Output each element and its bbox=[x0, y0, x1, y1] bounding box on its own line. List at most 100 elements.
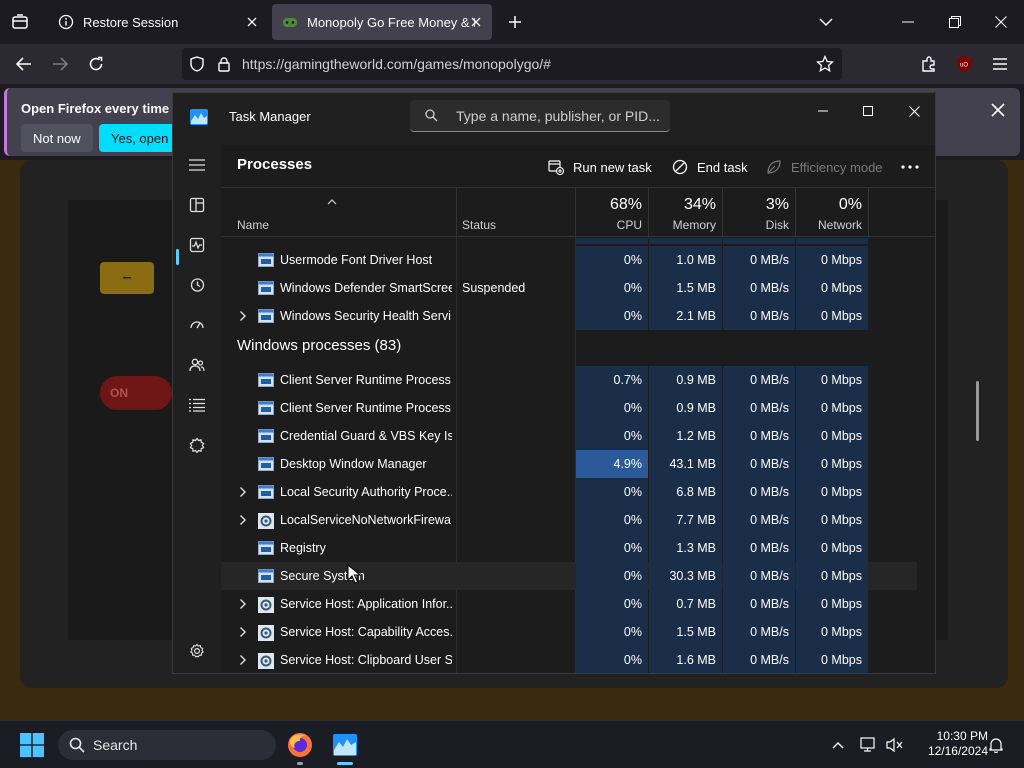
startup-apps-icon[interactable] bbox=[185, 313, 209, 337]
tm-close-icon[interactable] bbox=[902, 99, 926, 123]
close-icon[interactable] bbox=[989, 10, 1013, 34]
sort-chevron-up-icon bbox=[327, 192, 337, 210]
tab-monopoly-go[interactable]: Monopoly Go Free Money & R bbox=[272, 4, 492, 40]
process-row[interactable]: Secure System 0% 30.3 MB 0 MB/s 0 Mbps bbox=[221, 562, 917, 590]
new-tab-icon[interactable] bbox=[503, 10, 527, 34]
tab-restore-session[interactable]: Restore Session bbox=[48, 4, 268, 40]
on-toggle[interactable]: ON bbox=[100, 376, 172, 410]
run-new-task-icon bbox=[547, 158, 565, 176]
disk-column-label: Disk bbox=[765, 218, 789, 232]
extensions-icon[interactable] bbox=[917, 52, 941, 76]
restore-icon[interactable] bbox=[943, 10, 967, 34]
process-row[interactable]: Client Server Runtime Process 0.7% 0.9 MB 0… bbox=[221, 366, 917, 394]
end-task-button[interactable]: End task bbox=[671, 156, 748, 178]
process-row[interactable]: Local Security Authority Proce... 0% 6.8 M… bbox=[221, 478, 917, 506]
users-icon[interactable] bbox=[185, 353, 209, 377]
process-row[interactable]: Service Host: Clipboard User S... 0% 1.6 M… bbox=[221, 646, 917, 673]
url-text[interactable]: https://gamingtheworld.com/games/monopol… bbox=[242, 56, 551, 72]
tab-close-icon[interactable] bbox=[468, 14, 484, 30]
clock[interactable]: 10:30 PM 12/16/2024 bbox=[912, 729, 988, 759]
volume-muted-icon[interactable] bbox=[885, 735, 905, 755]
disk-cell: 0 MB/s bbox=[723, 450, 795, 478]
process-search-input[interactable]: Type a name, publisher, or PID... bbox=[410, 100, 670, 132]
search-icon bbox=[425, 109, 438, 127]
lock-icon[interactable] bbox=[218, 56, 230, 77]
app-history-icon[interactable] bbox=[185, 273, 209, 297]
notification-close-icon[interactable] bbox=[988, 100, 1008, 120]
process-row[interactable]: LocalServiceNoNetworkFirewa... 0% 7.7 MB 0 … bbox=[221, 506, 917, 534]
minus-button[interactable]: – bbox=[100, 262, 154, 294]
more-options-icon[interactable] bbox=[901, 156, 919, 178]
scrollbar-thumb[interactable] bbox=[976, 381, 979, 441]
firefox-view-icon[interactable] bbox=[8, 10, 32, 34]
disk-cell bbox=[723, 238, 795, 244]
notification-bell-icon[interactable] bbox=[986, 735, 1006, 755]
expand-chevron-icon[interactable] bbox=[235, 596, 251, 612]
not-now-button[interactable]: Not now bbox=[21, 124, 93, 152]
expand-chevron-icon[interactable] bbox=[235, 308, 251, 324]
process-row[interactable]: Credential Guard & VBS Key Is... 0% 1.2 MB… bbox=[221, 422, 917, 450]
yes-open-firefox-button[interactable]: Yes, open Fi bbox=[99, 124, 175, 152]
process-row[interactable]: Service Host: Capability Acces... 0% 1.5 M… bbox=[221, 618, 917, 646]
back-icon[interactable] bbox=[12, 52, 36, 76]
process-row[interactable]: Desktop Window Manager 4.9% 43.1 MB 0 MB/s 0… bbox=[221, 450, 917, 478]
taskbar-search-box[interactable]: Search bbox=[58, 730, 276, 760]
forward-icon[interactable] bbox=[48, 52, 72, 76]
disk-cell: 0 MB/s bbox=[723, 646, 795, 673]
processes-icon[interactable] bbox=[185, 193, 209, 217]
run-new-task-button[interactable]: Run new task bbox=[547, 156, 652, 178]
performance-icon[interactable] bbox=[185, 233, 209, 257]
app-active-indicator bbox=[337, 762, 353, 765]
window-title: Task Manager bbox=[229, 109, 311, 124]
ublock-origin-icon[interactable]: uO bbox=[952, 52, 976, 76]
services-icon[interactable] bbox=[185, 433, 209, 457]
minimize-icon[interactable] bbox=[896, 10, 920, 34]
process-row[interactable]: Registry 0% 1.3 MB 0 MB/s 0 Mbps bbox=[221, 534, 917, 562]
tab-close-icon[interactable] bbox=[244, 14, 260, 30]
shield-icon[interactable] bbox=[190, 56, 204, 77]
tm-minimize-icon[interactable] bbox=[811, 99, 835, 123]
process-window-icon bbox=[258, 281, 274, 295]
details-icon[interactable] bbox=[185, 393, 209, 417]
efficiency-mode-button[interactable]: Efficiency mode bbox=[765, 156, 883, 178]
tm-maximize-icon[interactable] bbox=[856, 99, 880, 123]
expand-chevron-icon[interactable] bbox=[235, 512, 251, 528]
nav-menu-icon[interactable] bbox=[185, 153, 209, 177]
status-column-header[interactable]: Status bbox=[457, 188, 575, 238]
disk-cell: 0 MB/s bbox=[723, 366, 795, 394]
expand-chevron-icon[interactable] bbox=[235, 624, 251, 640]
reload-icon[interactable] bbox=[84, 52, 108, 76]
hamburger-menu-icon[interactable] bbox=[988, 52, 1012, 76]
disk-cell: 0 MB/s bbox=[723, 590, 795, 618]
expand-chevron-icon[interactable] bbox=[235, 652, 251, 668]
url-bar[interactable]: https://gamingtheworld.com/games/monopol… bbox=[182, 48, 842, 80]
expand-chevron-icon[interactable] bbox=[235, 484, 251, 500]
process-window-icon bbox=[258, 309, 274, 323]
efficiency-mode-label: Efficiency mode bbox=[791, 159, 883, 175]
cpu-column-header[interactable]: 68% CPU bbox=[576, 188, 648, 238]
bookmark-star-icon[interactable] bbox=[815, 54, 835, 78]
disk-column-header[interactable]: 3% Disk bbox=[723, 188, 795, 238]
network-cell: 0 Mbps bbox=[796, 246, 868, 274]
memory-column-header[interactable]: 34% Memory bbox=[649, 188, 722, 238]
task-manager-taskbar-icon[interactable] bbox=[329, 729, 361, 761]
process-row[interactable]: Client Server Runtime Process 0% 0.9 MB 0 M… bbox=[221, 394, 917, 422]
network-column-header[interactable]: 0% Network bbox=[796, 188, 868, 238]
list-all-tabs-icon[interactable] bbox=[814, 10, 838, 34]
process-row[interactable]: Usermode Font Driver Host 0% 1.0 MB 0 MB/s 0… bbox=[221, 246, 917, 274]
cpu-cell: 0% bbox=[576, 302, 648, 330]
network-icon[interactable] bbox=[859, 735, 879, 755]
process-row[interactable]: Windows Defender SmartScreen Suspended 0% 1… bbox=[221, 274, 917, 302]
search-icon bbox=[69, 737, 85, 758]
process-row[interactable]: Service Host: Application Infor... 0% 0.7 … bbox=[221, 590, 917, 618]
show-hidden-icons-chevron-icon[interactable] bbox=[828, 735, 848, 755]
group-header-windows-processes[interactable]: Windows processes (83) bbox=[237, 337, 401, 354]
name-column-header[interactable]: Name bbox=[221, 188, 456, 238]
firefox-taskbar-icon[interactable] bbox=[284, 729, 316, 761]
disk-cell: 0 MB/s bbox=[723, 478, 795, 506]
disk-cell: 0 MB/s bbox=[723, 618, 795, 646]
process-row[interactable]: Windows Security Health Servi... 0% 2.1 MB… bbox=[221, 302, 917, 330]
cpu-cell: 0% bbox=[576, 422, 648, 450]
start-button-windows-icon[interactable] bbox=[16, 729, 48, 761]
settings-gear-icon[interactable] bbox=[185, 639, 209, 663]
